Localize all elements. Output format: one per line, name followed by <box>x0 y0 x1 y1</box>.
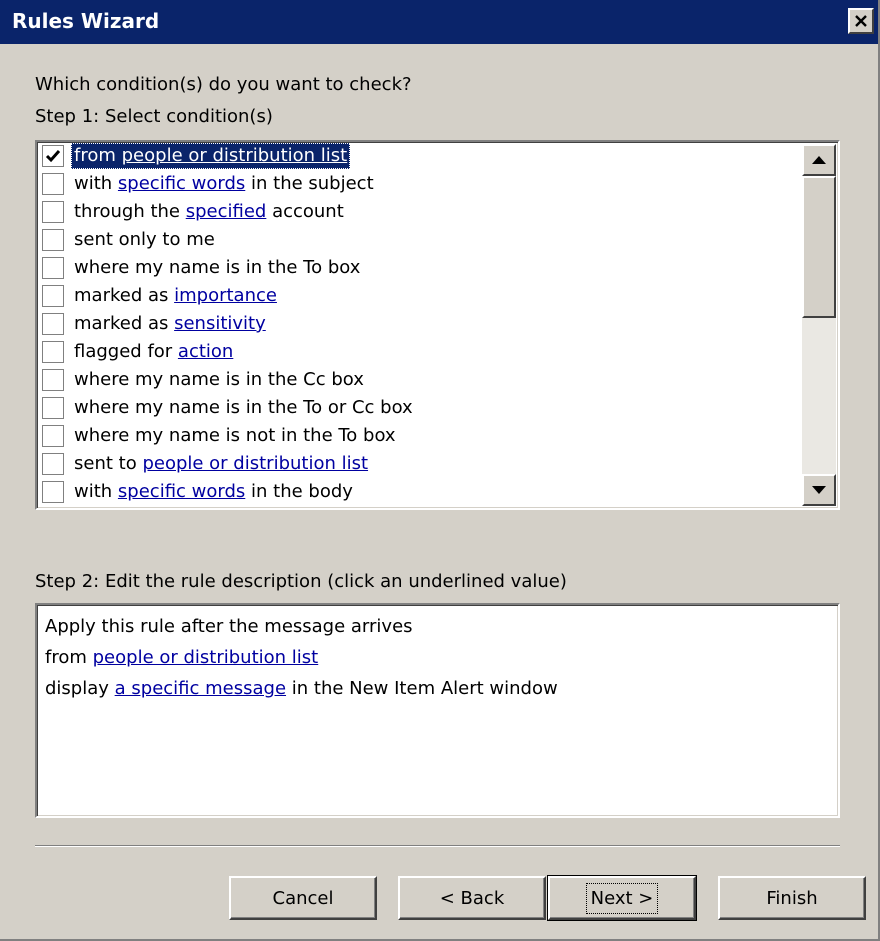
condition-checkbox[interactable] <box>42 201 64 223</box>
condition-text-part: marked as <box>74 313 175 334</box>
condition-row[interactable]: with specific words in the subject <box>39 170 801 198</box>
description-line: display a specific message in the New It… <box>45 673 830 704</box>
condition-list[interactable]: from people or distribution list with spe… <box>35 140 840 510</box>
condition-text: sent to people or distribution list <box>71 451 371 477</box>
condition-text-part: in the subject <box>245 173 374 194</box>
scroll-down-button[interactable] <box>802 474 836 506</box>
description-line: Apply this rule after the message arrive… <box>45 611 830 642</box>
condition-value-link[interactable]: specific words <box>118 173 245 194</box>
back-button-label: < Back <box>439 887 505 909</box>
finish-button[interactable]: Finish <box>718 876 866 920</box>
window-title: Rules Wizard <box>12 9 160 33</box>
description-text-part: display <box>45 678 115 699</box>
condition-row[interactable]: where my name is in the Cc box <box>39 366 801 394</box>
scroll-thumb[interactable] <box>802 176 836 318</box>
back-button[interactable]: < Back <box>398 876 546 920</box>
step1-label: Step 1: Select condition(s) <box>35 106 273 127</box>
condition-text: where my name is not in the To box <box>71 423 399 449</box>
condition-value-link[interactable]: specified <box>186 201 267 222</box>
condition-text-part: from <box>74 145 122 166</box>
condition-checkbox[interactable] <box>42 341 64 363</box>
step2-label: Step 2: Edit the rule description (click… <box>35 571 567 592</box>
condition-text-part: flagged for <box>74 341 178 362</box>
condition-text: where my name is in the Cc box <box>71 367 367 393</box>
arrow-up-icon <box>812 156 826 164</box>
title-bar[interactable]: Rules Wizard <box>0 0 878 44</box>
condition-row[interactable]: where my name is in the To or Cc box <box>39 394 801 422</box>
condition-checkbox[interactable] <box>42 369 64 391</box>
condition-checkbox[interactable] <box>42 481 64 503</box>
condition-checkbox[interactable] <box>42 145 64 167</box>
next-button-label: Next > <box>585 882 659 914</box>
condition-text-part: where my name is in the Cc box <box>74 369 364 390</box>
condition-value-link[interactable]: people or distribution list <box>122 145 348 166</box>
condition-text: sent only to me <box>71 227 218 253</box>
condition-checkbox[interactable] <box>42 425 64 447</box>
condition-row[interactable]: with specific words in the body <box>39 478 801 506</box>
condition-text: from people or distribution list <box>71 143 351 169</box>
condition-row[interactable]: through the specified account <box>39 198 801 226</box>
condition-text-part: sent only to me <box>74 229 215 250</box>
condition-text-part: through the <box>74 201 186 222</box>
finish-button-label: Finish <box>766 887 818 909</box>
condition-row[interactable]: where my name is in the To box <box>39 254 801 282</box>
condition-text-part: account <box>266 201 344 222</box>
condition-text: with specific words in the body <box>71 479 356 505</box>
condition-checkbox[interactable] <box>42 313 64 335</box>
close-icon <box>855 15 867 27</box>
checkmark-icon <box>45 150 61 163</box>
description-line: from people or distribution list <box>45 642 830 673</box>
condition-text-part: where my name is in the To or Cc box <box>74 397 413 418</box>
condition-row[interactable]: sent only to me <box>39 226 801 254</box>
condition-checkbox[interactable] <box>42 257 64 279</box>
condition-text: flagged for action <box>71 339 236 365</box>
description-value-link[interactable]: people or distribution list <box>93 647 319 668</box>
condition-value-link[interactable]: specific words <box>118 481 245 502</box>
cancel-button[interactable]: Cancel <box>229 876 377 920</box>
condition-text-part: in the body <box>245 481 353 502</box>
separator <box>35 845 840 847</box>
condition-text-part: with <box>74 481 118 502</box>
condition-text: where my name is in the To or Cc box <box>71 395 416 421</box>
description-value-link[interactable]: a specific message <box>115 678 286 699</box>
description-text-part: in the New Item Alert window <box>286 678 558 699</box>
condition-text-part: marked as <box>74 285 175 306</box>
condition-row[interactable]: sent to people or distribution list <box>39 450 801 478</box>
description-text-part: Apply this rule after the message arrive… <box>45 616 413 637</box>
condition-text-part: where my name is not in the To box <box>74 425 396 446</box>
cancel-button-label: Cancel <box>272 887 334 909</box>
condition-value-link[interactable]: action <box>178 341 233 362</box>
condition-text: marked as importance <box>71 283 280 309</box>
condition-checkbox[interactable] <box>42 397 64 419</box>
next-button[interactable]: Next > <box>547 875 697 921</box>
condition-checkbox[interactable] <box>42 285 64 307</box>
scroll-up-button[interactable] <box>802 144 836 176</box>
description-text-part: from <box>45 647 93 668</box>
condition-row[interactable]: marked as sensitivity <box>39 310 801 338</box>
condition-row[interactable]: from people or distribution list <box>39 142 801 170</box>
condition-value-link[interactable]: people or distribution list <box>142 453 368 474</box>
condition-value-link[interactable]: sensitivity <box>174 313 266 334</box>
condition-items: from people or distribution list with spe… <box>39 142 801 506</box>
close-button[interactable] <box>848 8 874 34</box>
condition-text-part: where my name is in the To box <box>74 257 361 278</box>
condition-row[interactable]: flagged for action <box>39 338 801 366</box>
condition-row[interactable]: where my name is not in the To box <box>39 422 801 450</box>
condition-text: with specific words in the subject <box>71 171 377 197</box>
rules-wizard-window: Rules Wizard Which condition(s) do you w… <box>0 0 880 941</box>
condition-text: through the specified account <box>71 199 347 225</box>
condition-checkbox[interactable] <box>42 229 64 251</box>
condition-text: marked as sensitivity <box>71 311 269 337</box>
condition-value-link[interactable]: importance <box>174 285 277 306</box>
condition-text-part: sent to <box>74 453 143 474</box>
condition-prompt: Which condition(s) do you want to check? <box>35 74 412 95</box>
condition-list-scrollbar[interactable] <box>802 144 836 506</box>
condition-row[interactable]: marked as importance <box>39 282 801 310</box>
condition-checkbox[interactable] <box>42 453 64 475</box>
condition-text: where my name is in the To box <box>71 255 363 281</box>
condition-checkbox[interactable] <box>42 173 64 195</box>
condition-text-part: with <box>74 173 118 194</box>
rule-description-box[interactable]: Apply this rule after the message arrive… <box>35 603 840 818</box>
arrow-down-icon <box>812 486 826 494</box>
